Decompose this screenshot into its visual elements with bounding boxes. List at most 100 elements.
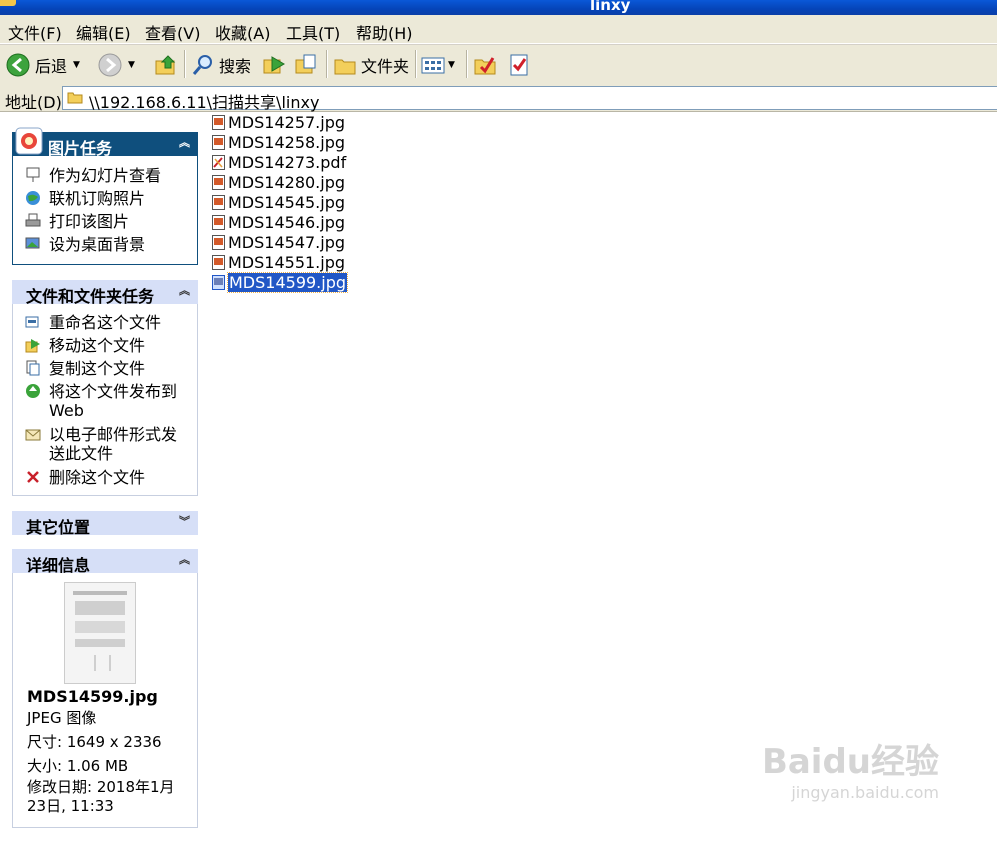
- task-label: 联机订购照片: [49, 189, 146, 208]
- move-to-icon: [263, 56, 285, 74]
- detail-filename: MDS14599.jpg: [27, 687, 158, 706]
- task-print-picture[interactable]: 打印该图片: [25, 212, 129, 231]
- jpg-file-icon: [212, 114, 225, 130]
- detail-dimensions: 尺寸: 1649 x 2336: [27, 733, 162, 751]
- task-label: 移动这个文件: [49, 336, 146, 355]
- folder-app-icon: [0, 0, 16, 6]
- baidu-watermark: Baidu经验 jingyan.baidu.com: [762, 734, 939, 802]
- task-label: 打印该图片: [49, 212, 130, 231]
- task-email[interactable]: 以电子邮件形式发送此文件: [25, 425, 185, 463]
- title-bar[interactable]: linxy: [0, 0, 997, 15]
- back-arrow-icon: [6, 53, 30, 77]
- details-panel: MDS14599.jpg JPEG 图像 尺寸: 1649 x 2336 大小:…: [12, 573, 198, 828]
- file-item[interactable]: MDS14546.jpg: [212, 212, 345, 232]
- task-label: 删除这个文件: [49, 468, 146, 487]
- back-dropdown-icon[interactable]: ▼: [73, 60, 80, 70]
- file-item-selected[interactable]: MDS14599.jpg: [212, 271, 349, 293]
- file-item[interactable]: MDS14273.pdf: [212, 152, 346, 172]
- task-label: 重命名这个文件: [49, 313, 162, 332]
- menu-edit[interactable]: 编辑(E): [76, 20, 131, 44]
- task-delete[interactable]: 删除这个文件: [25, 468, 145, 487]
- address-label: 地址(D): [5, 93, 62, 112]
- folders-label: 文件夹: [361, 57, 410, 76]
- copy-to-button[interactable]: [294, 51, 318, 79]
- file-item[interactable]: MDS14547.jpg: [212, 232, 345, 252]
- task-order-prints[interactable]: 联机订购照片: [25, 189, 145, 208]
- forward-arrow-icon: [98, 53, 122, 77]
- other-places-header[interactable]: 其它位置 ︾: [12, 511, 198, 537]
- task-slideshow[interactable]: 作为幻灯片查看: [25, 166, 161, 185]
- pdf-file-icon: [212, 154, 225, 170]
- task-label: 作为幻灯片查看: [49, 166, 162, 185]
- detail-modified: 修改日期: 2018年1月 23日, 11:33: [27, 778, 175, 815]
- address-field[interactable]: \\192.168.6.11\扫描共享\linxy: [62, 86, 997, 112]
- collapse-chevron-icon[interactable]: ︽: [179, 134, 190, 150]
- document-preview-icon: [73, 591, 127, 671]
- task-label: 设为桌面背景: [49, 235, 146, 254]
- views-button[interactable]: ▼: [421, 51, 455, 79]
- back-button[interactable]: 后退 ▼: [6, 51, 80, 79]
- views-dropdown-icon[interactable]: ▼: [448, 60, 455, 70]
- other-places-title: 其它位置: [26, 518, 91, 537]
- menu-view[interactable]: 查看(V): [145, 20, 200, 44]
- task-set-desktop[interactable]: 设为桌面背景: [25, 235, 145, 254]
- folder-icon: [67, 92, 83, 104]
- search-button[interactable]: 搜索: [191, 51, 251, 79]
- slideshow-icon: [26, 167, 40, 182]
- delete-x-icon: [27, 471, 39, 483]
- window-title: linxy: [590, 0, 631, 14]
- expand-chevron-icon[interactable]: ︾: [179, 513, 190, 529]
- watermark-brand: Baidu经验: [761, 742, 939, 782]
- picture-tasks-panel: 作为幻灯片查看 联机订购照片 打印该图片 设为桌面背景: [12, 156, 198, 265]
- task-move[interactable]: 移动这个文件: [25, 336, 145, 355]
- menu-file[interactable]: 文件(F): [8, 20, 62, 44]
- collapse-chevron-icon[interactable]: ︽: [179, 551, 190, 567]
- file-item[interactable]: MDS14280.jpg: [212, 172, 345, 192]
- folders-button[interactable]: 文件夹: [333, 51, 409, 79]
- file-item[interactable]: MDS14258.jpg: [212, 132, 345, 152]
- up-folder-button[interactable]: [154, 51, 178, 79]
- checklist-button[interactable]: [507, 51, 531, 79]
- menu-favorites[interactable]: 收藏(A): [215, 20, 270, 44]
- task-label: 复制这个文件: [49, 359, 146, 378]
- menu-tools[interactable]: 工具(T): [286, 20, 340, 44]
- checked-folder-icon: [474, 57, 496, 75]
- copy-to-icon: [295, 54, 316, 74]
- toolbar: 后退 ▼ ▼ 搜索 文件夹 ▼: [0, 44, 997, 85]
- menu-help[interactable]: 帮助(H): [356, 20, 413, 44]
- move-icon: [25, 339, 40, 353]
- details-header[interactable]: 详细信息 ︽: [12, 549, 198, 575]
- task-rename[interactable]: 重命名这个文件: [25, 313, 161, 332]
- jpg-file-icon: [212, 274, 225, 290]
- detail-type: JPEG 图像: [27, 709, 97, 727]
- address-bar: 地址(D) \\192.168.6.11\扫描共享\linxy: [0, 84, 997, 112]
- jpg-file-icon: [212, 254, 225, 270]
- email-icon: [25, 429, 41, 441]
- file-tasks-header[interactable]: 文件和文件夹任务 ︽: [12, 280, 198, 306]
- task-publish-web[interactable]: 将这个文件发布到 Web: [25, 382, 185, 420]
- detail-size: 大小: 1.06 MB: [27, 757, 129, 775]
- printer-icon: [25, 213, 41, 227]
- forward-dropdown-icon[interactable]: ▼: [128, 60, 135, 70]
- jpg-file-icon: [212, 214, 225, 230]
- file-item[interactable]: MDS14545.jpg: [212, 192, 345, 212]
- copy-icon: [26, 360, 40, 376]
- search-icon: [192, 55, 212, 75]
- address-value: \\192.168.6.11\扫描共享\linxy: [89, 93, 320, 112]
- folder-icon: [334, 59, 356, 75]
- file-item[interactable]: MDS14257.jpg: [212, 112, 345, 132]
- menu-bar: 文件(F) 编辑(E) 查看(V) 收藏(A) 工具(T) 帮助(H): [0, 15, 997, 44]
- forward-button[interactable]: ▼: [98, 51, 135, 79]
- favorites-folder-button[interactable]: [473, 51, 497, 79]
- watermark-url: jingyan.baidu.com: [791, 783, 939, 802]
- move-to-button[interactable]: [262, 51, 286, 79]
- views-grid-icon: [421, 57, 445, 74]
- collapse-chevron-icon[interactable]: ︽: [179, 282, 190, 298]
- up-folder-icon: [155, 55, 176, 75]
- file-tasks-panel: 重命名这个文件 移动这个文件 复制这个文件 将这个文件发布到 Web 以电子邮件…: [12, 304, 198, 496]
- task-label: 以电子邮件形式发送此文件: [49, 425, 178, 463]
- file-thumbnail: [64, 582, 136, 684]
- picture-tasks-header[interactable]: 图片任务 ︽: [12, 127, 198, 158]
- file-item[interactable]: MDS14551.jpg: [212, 252, 345, 272]
- task-copy[interactable]: 复制这个文件: [25, 359, 145, 378]
